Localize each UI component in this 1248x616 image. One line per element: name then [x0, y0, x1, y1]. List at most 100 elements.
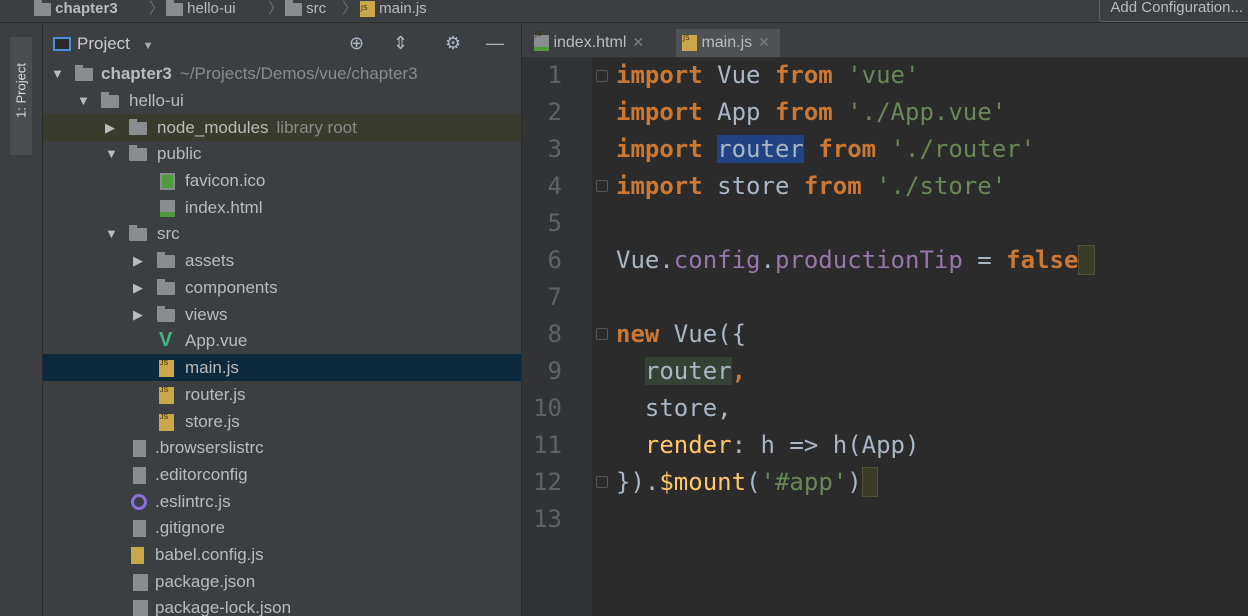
- chevron-down-icon: ▼: [142, 40, 154, 52]
- js-file-icon: [159, 404, 174, 431]
- add-configuration-button[interactable]: Add Configuration...: [1099, 0, 1248, 22]
- tree-item-favicon[interactable]: favicon.ico: [43, 167, 521, 194]
- tree-item-editorconfig[interactable]: .editorconfig: [43, 461, 521, 488]
- navigation-bar: chapter3 〉 hello-ui 〉 src 〉 main.js Add …: [0, 0, 1248, 23]
- line-number: 11: [533, 431, 562, 459]
- tree-item-store-js[interactable]: store.js: [43, 404, 521, 435]
- code-line-11: render: h => h(App): [644, 431, 920, 459]
- expand-arrow-icon[interactable]: ▼: [105, 140, 118, 167]
- tool-window-strip: 1: Project: [0, 23, 43, 616]
- tree-item-views[interactable]: ▶ views: [43, 301, 521, 328]
- highlighted-identifier[interactable]: router: [717, 135, 804, 163]
- collapse-all-icon[interactable]: ⇕: [393, 33, 408, 54]
- line-number: 6: [547, 246, 562, 274]
- close-icon[interactable]: ✕: [632, 34, 644, 50]
- html-file-icon: [534, 21, 549, 51]
- json-file-icon: [133, 600, 148, 616]
- tree-item-src[interactable]: ▼ src: [43, 220, 521, 247]
- fold-marker-icon[interactable]: [596, 70, 608, 82]
- tree-item-node-modules[interactable]: ▶ node_modules library root: [43, 114, 521, 141]
- folder-icon: [34, 0, 51, 16]
- tree-item-main-js[interactable]: main.js: [43, 350, 521, 381]
- folder-icon: [129, 225, 147, 241]
- tab-main-js[interactable]: main.js✕: [676, 25, 780, 57]
- hide-panel-icon[interactable]: —: [486, 33, 504, 54]
- tree-item-assets[interactable]: ▶ assets: [43, 247, 521, 274]
- bracket-match-marker: [861, 467, 879, 497]
- code-line-3: import router from './router': [616, 135, 1036, 163]
- js-file-icon: [131, 547, 144, 564]
- folder-icon: [129, 145, 147, 161]
- tree-item-package-json[interactable]: package.json: [43, 568, 521, 595]
- tree-item-hello-ui[interactable]: ▼ hello-ui: [43, 87, 521, 114]
- folder-icon: [166, 0, 183, 16]
- image-file-icon: [160, 173, 175, 190]
- project-panel-header: Project ▼ ⊕ ⇕ ⚙ —: [43, 23, 521, 63]
- tree-item-eslintrc[interactable]: .eslintrc.js: [43, 488, 521, 515]
- text-caret: [1078, 245, 1095, 275]
- code-line-1: import Vue from 'vue': [616, 61, 920, 89]
- gear-icon[interactable]: ⚙: [445, 33, 461, 54]
- expand-arrow-icon[interactable]: ▼: [51, 60, 64, 87]
- expand-arrow-icon[interactable]: ▼: [105, 220, 118, 247]
- tree-item-gitignore[interactable]: .gitignore: [43, 514, 521, 541]
- tab-index-html[interactable]: index.html✕: [530, 21, 650, 57]
- js-file-icon: [159, 377, 174, 404]
- tree-item-index-html[interactable]: index.html: [43, 194, 521, 221]
- project-tool-tab[interactable]: 1: Project: [10, 37, 32, 155]
- line-number: 3: [547, 135, 562, 163]
- breadcrumb-separator: 〉: [149, 0, 165, 17]
- tree-item-app-vue[interactable]: V App.vue: [43, 327, 521, 354]
- config-file-icon: [133, 440, 146, 457]
- project-panel: Project ▼ ⊕ ⇕ ⚙ — ▼ chapter3 ~/Projects/D…: [43, 23, 522, 616]
- code-editor[interactable]: 1 2 3 4 5 6 7 8 9 10 11 12 13 import Vue…: [522, 58, 1248, 616]
- code-line-12: }).$mount('#app'): [616, 465, 879, 502]
- folder-icon: [157, 306, 175, 322]
- breadcrumb-separator: 〉: [268, 0, 284, 17]
- tree-item-router-js[interactable]: router.js: [43, 377, 521, 408]
- folder-icon: [129, 119, 147, 135]
- line-number: 8: [547, 320, 562, 348]
- json-file-icon: [133, 574, 148, 591]
- code-line-6: Vue.config.productionTip = false: [616, 243, 1095, 280]
- line-number: 7: [547, 283, 562, 311]
- config-file-icon: [133, 520, 146, 537]
- project-view-selector[interactable]: Project ▼: [53, 34, 154, 54]
- code-line-9: router,: [644, 357, 747, 385]
- fold-marker-icon[interactable]: [596, 180, 608, 192]
- tree-item-chapter3[interactable]: ▼ chapter3 ~/Projects/Demos/vue/chapter3: [43, 60, 521, 87]
- breadcrumb-hello-ui[interactable]: hello-ui: [166, 0, 236, 20]
- breadcrumb-chapter3[interactable]: chapter3: [34, 0, 118, 20]
- folder-icon: [157, 252, 175, 268]
- breadcrumb-separator: 〉: [342, 0, 358, 17]
- collapse-arrow-icon[interactable]: ▶: [133, 247, 143, 274]
- fold-marker-icon[interactable]: [596, 476, 608, 488]
- locate-file-icon[interactable]: ⊕: [349, 33, 364, 54]
- js-file-icon: [682, 25, 697, 51]
- collapse-arrow-icon[interactable]: ▶: [133, 301, 143, 328]
- tree-item-package-lock-json[interactable]: package-lock.json: [43, 594, 521, 616]
- editor-tab-bar: index.html✕ main.js✕: [522, 21, 1248, 58]
- tree-item-components[interactable]: ▶ components: [43, 274, 521, 301]
- line-number: 13: [533, 505, 562, 533]
- collapse-arrow-icon[interactable]: ▶: [133, 274, 143, 301]
- config-file-icon: [133, 467, 146, 484]
- breadcrumb-main-js[interactable]: main.js: [360, 0, 427, 20]
- line-number: 2: [547, 98, 562, 126]
- code-line-2: import App from './App.vue': [616, 98, 1007, 126]
- folder-icon: [157, 279, 175, 295]
- js-file-icon: [360, 0, 375, 18]
- line-number: 4: [547, 172, 562, 200]
- line-number: 9: [547, 357, 562, 385]
- code-line-4: import store from './store': [616, 172, 1007, 200]
- expand-arrow-icon[interactable]: ▼: [77, 87, 90, 114]
- breadcrumb-src[interactable]: src: [285, 0, 326, 20]
- folder-icon: [101, 92, 119, 108]
- fold-marker-icon[interactable]: [596, 328, 608, 340]
- collapse-arrow-icon[interactable]: ▶: [105, 114, 115, 141]
- tree-item-babel-config[interactable]: babel.config.js: [43, 541, 521, 568]
- tree-item-browserslistrc[interactable]: .browserslistrc: [43, 434, 521, 461]
- tree-item-public[interactable]: ▼ public: [43, 140, 521, 167]
- close-icon[interactable]: ✕: [758, 34, 770, 50]
- project-icon: [53, 37, 71, 51]
